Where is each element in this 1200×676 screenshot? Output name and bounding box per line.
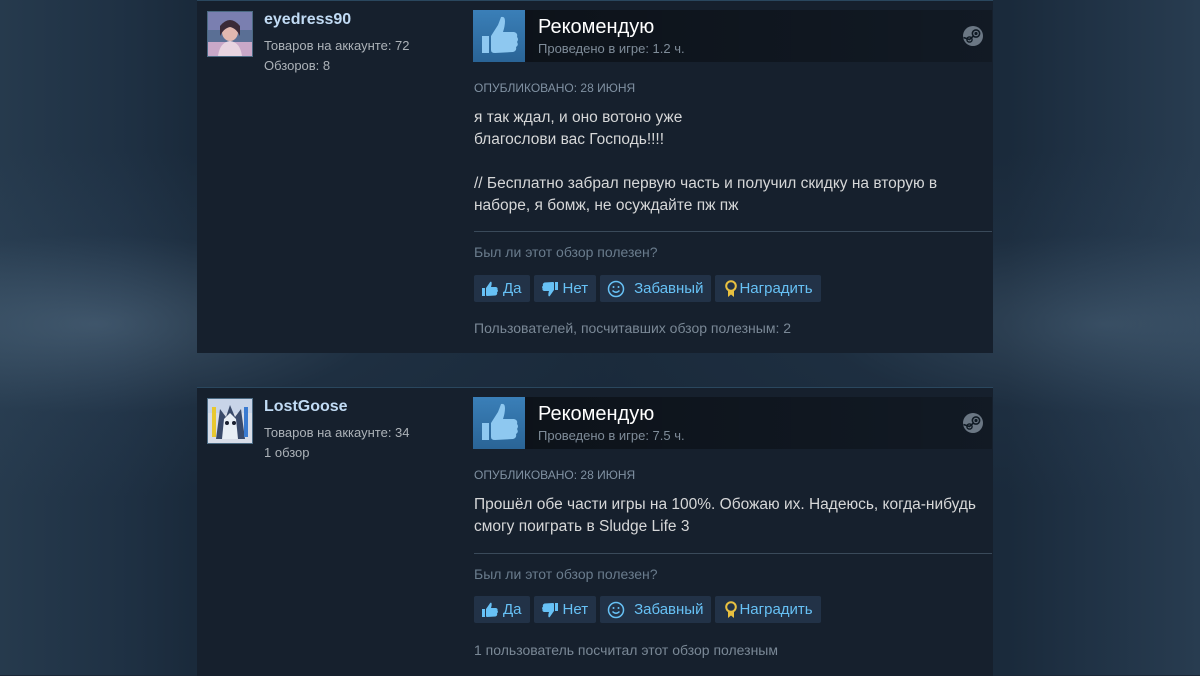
helpful-question: Был ли этот обзор полезен? — [474, 566, 658, 582]
smiley-icon — [607, 601, 625, 619]
posted-date: ОПУБЛИКОВАНО: 28 ИЮНЯ — [474, 81, 636, 95]
hours-played: Проведено в игре: 1.2 ч. — [538, 41, 685, 56]
vote-no-label: Нет — [562, 601, 589, 618]
vote-buttons: Да Нет Забавный Наградить — [474, 596, 821, 623]
found-helpful-count: Пользователей, посчитавших обзор полезны… — [474, 320, 792, 336]
review-card: LostGoose Товаров на аккаунте: 34 1 обзо… — [197, 387, 993, 676]
review-verdict: Рекомендую — [538, 403, 655, 425]
smiley-icon — [607, 280, 625, 298]
vote-funny-button[interactable]: Забавный — [600, 596, 712, 623]
thumbs-up-icon — [481, 601, 499, 619]
vote-yes-button[interactable]: Да — [474, 275, 530, 302]
posted-date: ОПУБЛИКОВАНО: 28 ИЮНЯ — [474, 468, 636, 482]
review-text-paragraph: Прошёл обе части игры на 100%. Обожаю их… — [474, 496, 977, 535]
thumbs-up-icon — [481, 280, 499, 298]
vote-funny-button[interactable]: Забавный — [600, 275, 712, 302]
review-text: Прошёл обе части игры на 100%. Обожаю их… — [474, 494, 989, 538]
avatar[interactable] — [207, 11, 253, 57]
vote-yes-label: Да — [503, 280, 522, 297]
divider — [474, 553, 992, 554]
hours-played: Проведено в игре: 7.5 ч. — [538, 428, 685, 443]
award-ribbon-icon — [722, 279, 738, 298]
helpful-question: Был ли этот обзор полезен? — [474, 244, 658, 260]
avatar[interactable] — [207, 398, 253, 444]
review-header[interactable]: Рекомендую Проведено в игре: 1.2 ч. — [473, 10, 992, 62]
review-header[interactable]: Рекомендую Проведено в игре: 7.5 ч. — [473, 397, 992, 449]
review-text-line: я так ждал, и оно вотоно уже — [474, 109, 683, 126]
found-helpful-count: 1 пользователь посчитал этот обзор полез… — [474, 642, 778, 658]
review-text-paragraph: // Бесплатно забрал первую часть и получ… — [474, 175, 938, 214]
steam-logo-icon — [962, 25, 984, 47]
award-ribbon-icon — [722, 600, 738, 619]
author-products-count: Товаров на аккаунте: 34 — [264, 425, 410, 440]
award-button[interactable]: Наградить — [715, 596, 821, 623]
award-label: Наградить — [739, 601, 813, 618]
author-reviews-count: Обзоров: 8 — [264, 58, 331, 73]
vote-funny-label: Забавный — [634, 601, 704, 618]
review-text-line: благослови вас Господь!!!! — [474, 131, 665, 148]
vote-funny-label: Забавный — [634, 280, 704, 297]
vote-no-label: Нет — [562, 280, 589, 297]
vote-yes-label: Да — [503, 601, 522, 618]
award-button[interactable]: Наградить — [715, 275, 821, 302]
author-name[interactable]: eyedress90 — [264, 11, 351, 29]
thumbs-up-icon — [473, 10, 525, 62]
steam-logo-icon — [962, 412, 984, 434]
review-text: я так ждал, и оно вотоно уже благослови … — [474, 107, 989, 217]
award-label: Наградить — [739, 280, 813, 297]
thumbs-up-icon — [473, 397, 525, 449]
vote-no-button[interactable]: Нет — [533, 596, 597, 623]
author-products-count: Товаров на аккаунте: 72 — [264, 38, 410, 53]
author-reviews-count: 1 обзор — [264, 445, 310, 460]
thumbs-down-icon — [541, 601, 559, 619]
divider — [474, 231, 992, 232]
vote-no-button[interactable]: Нет — [533, 275, 597, 302]
vote-buttons: Да Нет Забавный Наградить — [474, 275, 821, 302]
review-card: eyedress90 Товаров на аккаунте: 72 Обзор… — [197, 0, 993, 353]
vote-yes-button[interactable]: Да — [474, 596, 530, 623]
author-name[interactable]: LostGoose — [264, 398, 348, 416]
thumbs-down-icon — [541, 280, 559, 298]
review-verdict: Рекомендую — [538, 16, 655, 38]
